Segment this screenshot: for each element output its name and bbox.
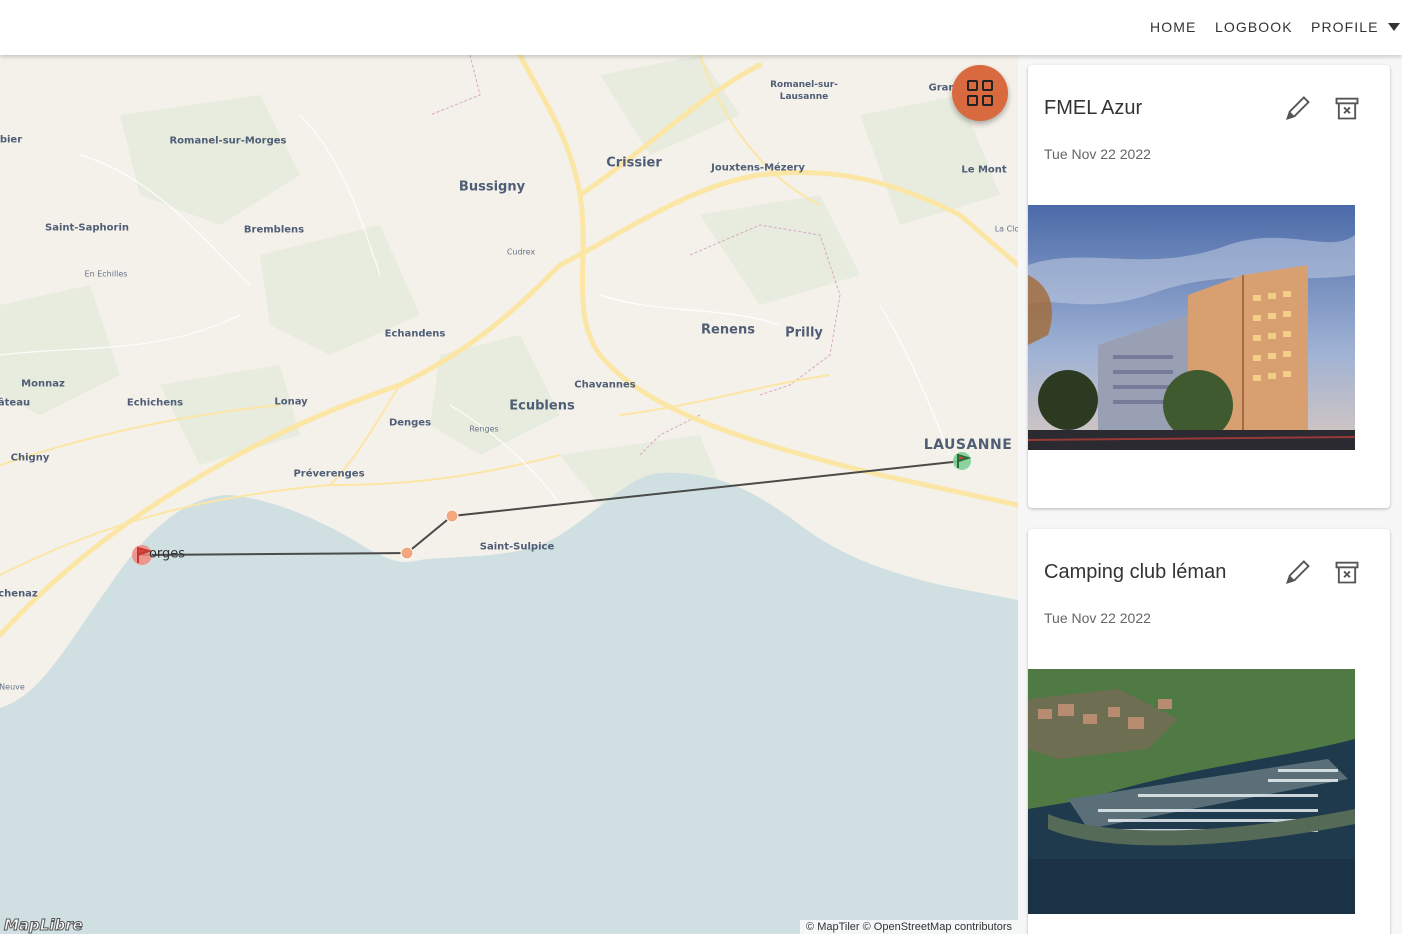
entry-photo <box>1028 205 1355 450</box>
place-label: Renges <box>469 424 499 434</box>
place-label: Echichens <box>126 397 184 409</box>
nav-logbook[interactable]: LOGBOOK <box>1215 19 1293 35</box>
place-label: Le Mont <box>961 164 1007 176</box>
chevron-down-icon[interactable] <box>1388 23 1400 31</box>
nav-profile[interactable]: PROFILE <box>1311 19 1379 35</box>
place-label: Renens <box>701 322 755 338</box>
place-label: LAUSANNE <box>923 437 1013 453</box>
end-marker <box>953 452 971 470</box>
place-label: Lausanne <box>779 92 829 102</box>
place-label: orges <box>148 546 186 562</box>
place-label: Romanel-sur- <box>770 80 838 90</box>
grid-view-button[interactable] <box>952 65 1008 121</box>
place-label: chenaz <box>0 588 38 600</box>
place-label: Echandens <box>384 328 446 340</box>
logbook-entry-card[interactable]: Camping club léman Tue Nov 22 2022 <box>1028 529 1390 934</box>
pencil-icon[interactable] <box>1284 94 1312 122</box>
nav-home[interactable]: HOME <box>1150 19 1196 35</box>
map-view[interactable]: Romanel-sur- Lausanne Gran bier Romanel-… <box>0 55 1018 934</box>
logbook-entry-card[interactable]: FMEL Azur Tue Nov 22 2022 <box>1028 65 1390 508</box>
entry-date: Tue Nov 22 2022 <box>1044 146 1151 162</box>
place-label: âteau <box>0 397 31 409</box>
entry-title: FMEL Azur <box>1044 97 1143 119</box>
place-label: En Echilles <box>84 269 128 279</box>
place-label: bier <box>0 134 23 146</box>
place-label: Chigny <box>10 452 50 464</box>
place-label: Romanel-sur-Morges <box>169 135 287 147</box>
entry-photo <box>1028 669 1355 914</box>
archive-delete-icon[interactable] <box>1333 558 1361 586</box>
place-label: Denges <box>388 417 432 429</box>
maplibre-logo[interactable]: MapLibre <box>4 916 84 934</box>
waypoint-marker <box>400 546 414 560</box>
place-label: Bremblens <box>243 224 305 236</box>
logbook-sidebar[interactable]: FMEL Azur Tue Nov 22 2022 Camping club l… <box>1018 55 1402 934</box>
archive-delete-icon[interactable] <box>1333 94 1361 122</box>
place-label: Crissier <box>606 155 662 171</box>
pencil-icon[interactable] <box>1284 558 1312 586</box>
place-label: Chavannes <box>574 379 636 391</box>
place-label: Jouxtens-Mézery <box>711 162 805 174</box>
entry-title: Camping club léman <box>1044 561 1227 583</box>
entry-date: Tue Nov 22 2022 <box>1044 610 1151 626</box>
place-label: La Clo <box>994 224 1018 234</box>
place-label: Cudrex <box>506 247 536 257</box>
place-label: Monnaz <box>21 378 65 390</box>
place-label: Préverenges <box>293 468 365 480</box>
place-label: Prilly <box>785 325 823 341</box>
map-attribution[interactable]: © MapTiler © OpenStreetMap contributors <box>800 920 1018 934</box>
place-label: Lonay <box>274 396 308 408</box>
place-label: Saint-Sulpice <box>479 541 555 553</box>
place-label: Saint-Saphorin <box>44 222 130 234</box>
place-label: Neuve <box>0 682 25 692</box>
place-label: Ecublens <box>509 398 575 414</box>
place-label: Bussigny <box>458 179 526 195</box>
waypoint-marker <box>445 509 459 523</box>
top-app-bar: HOME LOGBOOK PROFILE <box>0 0 1402 55</box>
